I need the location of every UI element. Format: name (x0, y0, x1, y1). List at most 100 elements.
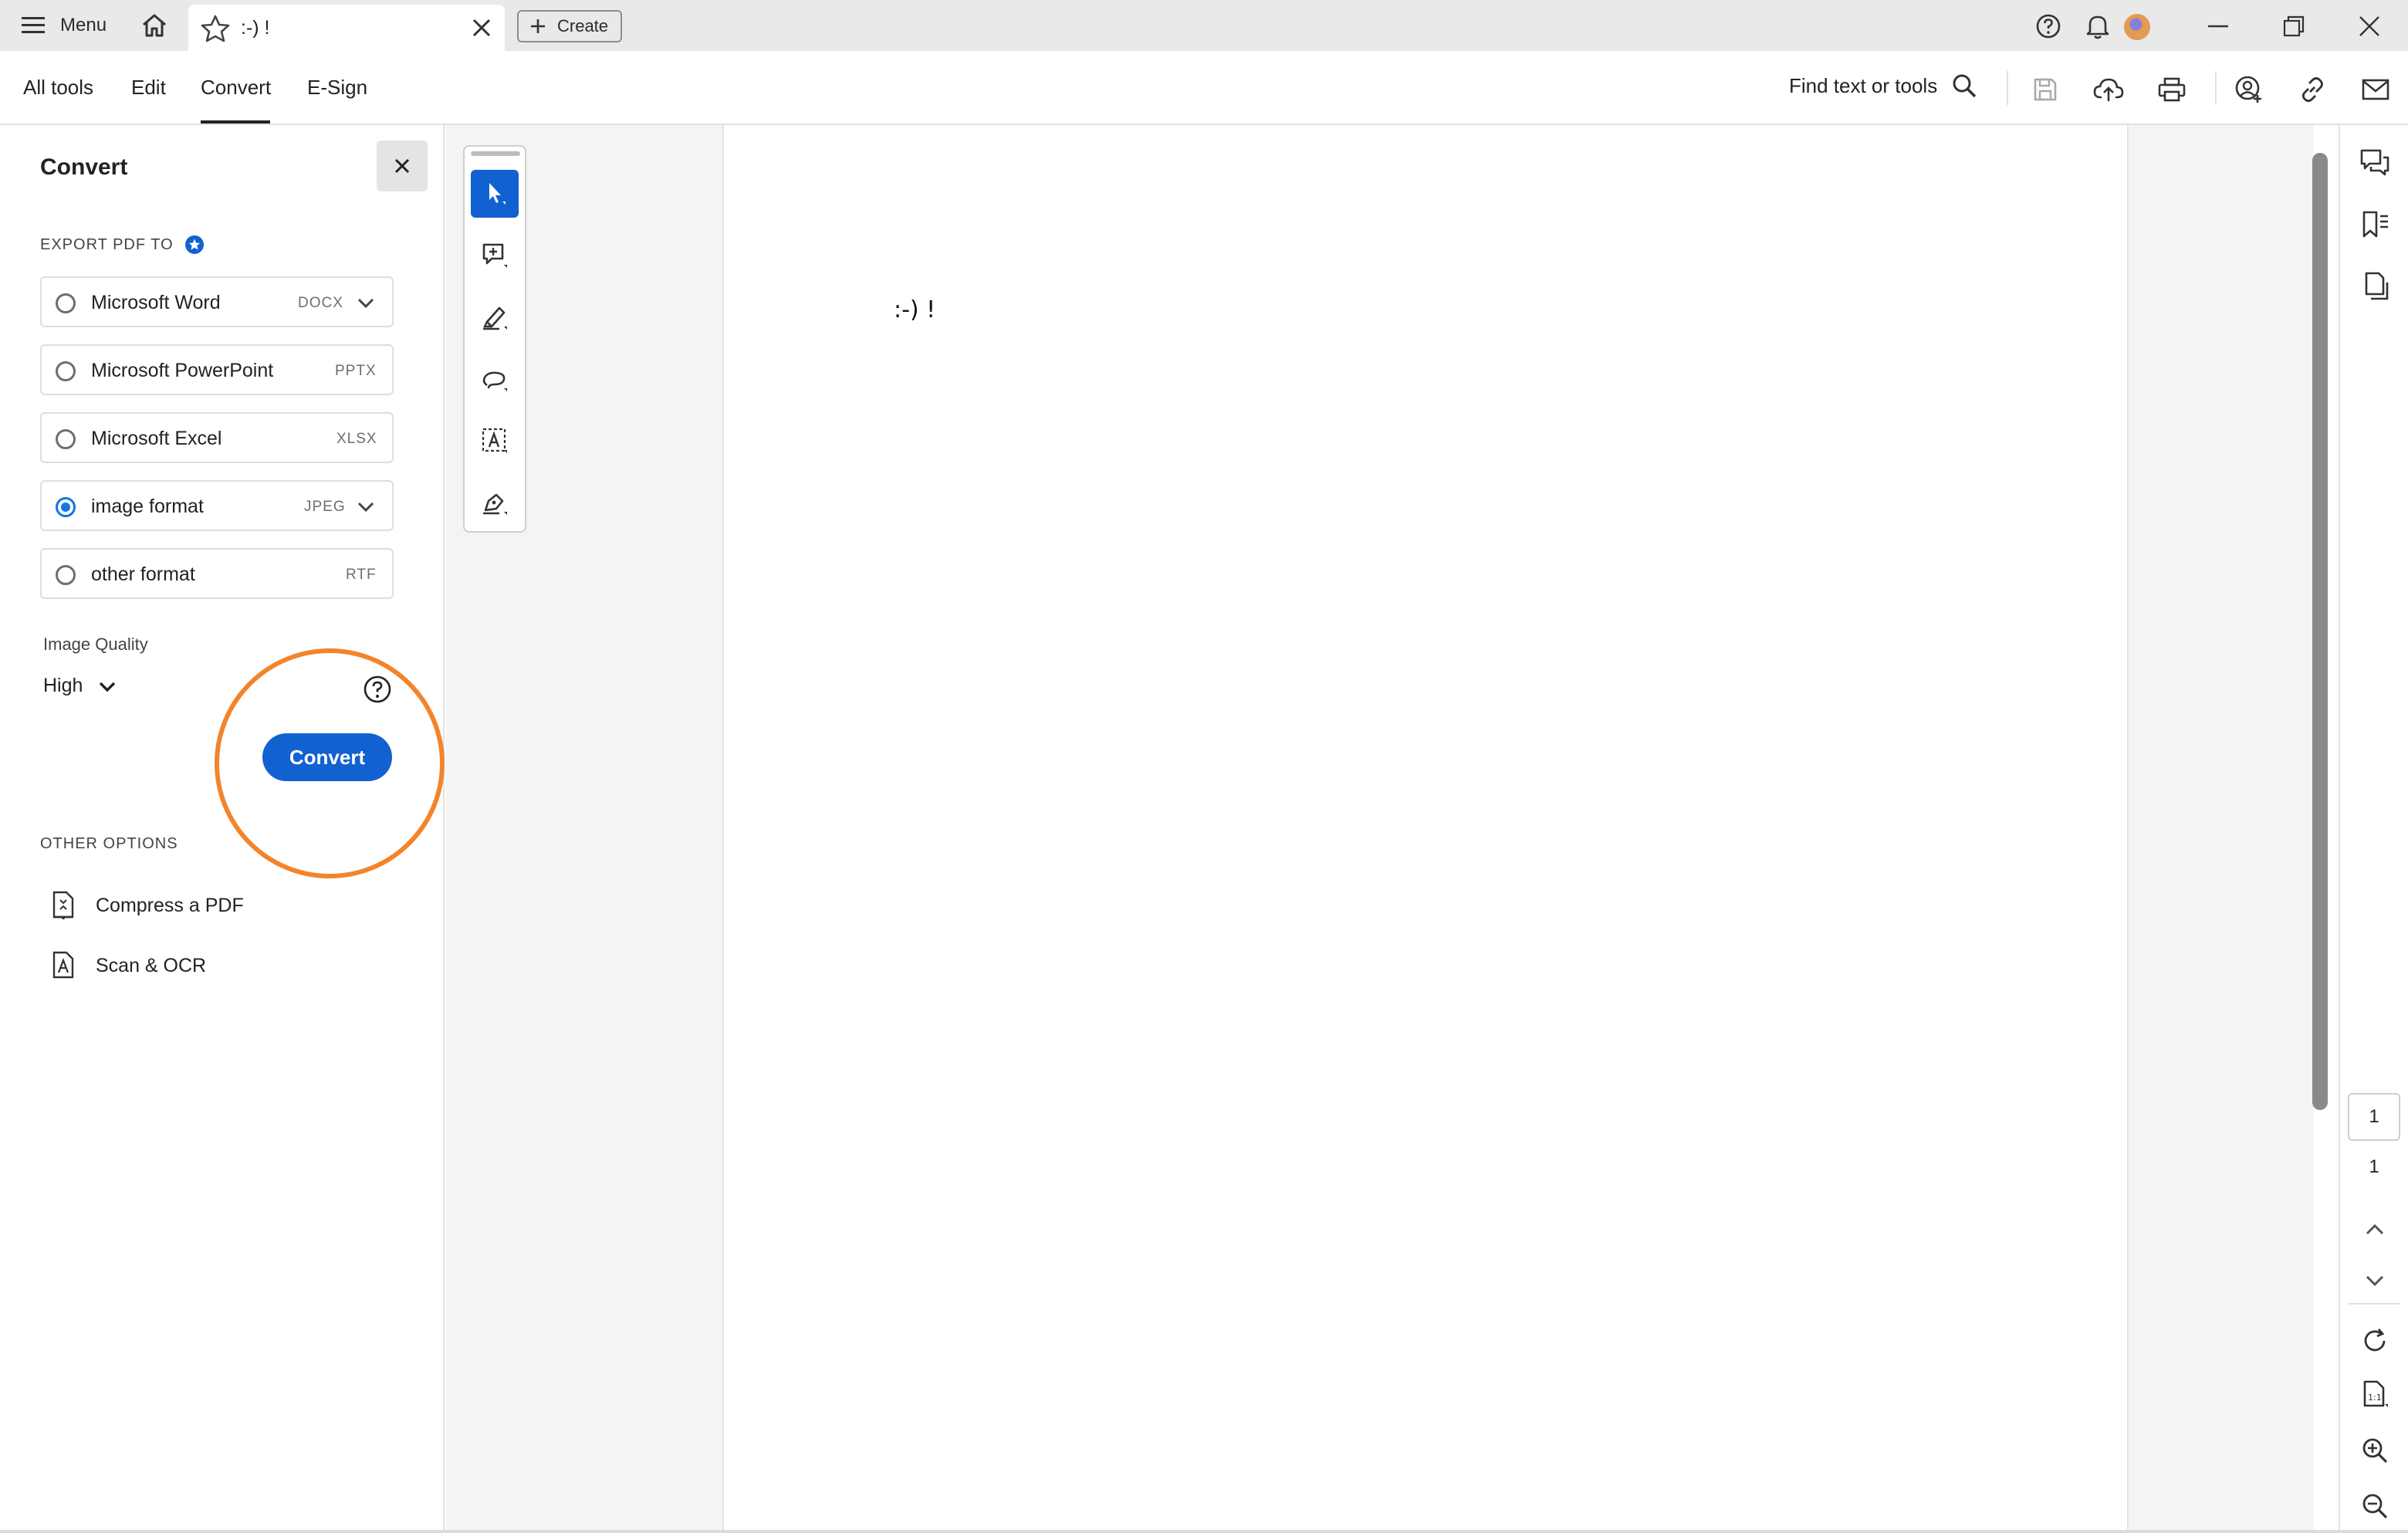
help-icon[interactable] (2033, 11, 2064, 42)
document-tab[interactable]: :-) ! (188, 5, 505, 51)
radio-other[interactable] (56, 565, 76, 585)
convert-button[interactable]: Convert (262, 733, 392, 781)
sign-button[interactable] (471, 479, 519, 526)
image-quality-dropdown[interactable]: High (43, 675, 117, 697)
export-option-excel[interactable]: Microsoft Excel XLSX (40, 412, 394, 463)
upload-cloud-icon[interactable] (2092, 73, 2126, 107)
highlight-pen-button[interactable] (471, 293, 519, 341)
active-tab-indicator (201, 120, 270, 124)
menu-label: Menu (60, 15, 107, 36)
page-thumbnails-icon[interactable] (2357, 269, 2393, 304)
drag-handle[interactable] (471, 151, 520, 156)
export-option-powerpoint[interactable]: Microsoft PowerPoint PPTX (40, 344, 394, 395)
premium-badge-icon (184, 235, 205, 255)
app-toolbar: All tools Edit Convert E-Sign Find text … (0, 51, 2408, 125)
total-pages: 1 (2369, 1156, 2379, 1177)
radio-powerpoint[interactable] (56, 361, 76, 381)
scan-ocr-option[interactable]: Scan & OCR (51, 951, 206, 980)
chevron-down-icon (98, 679, 117, 694)
export-heading: EXPORT PDF TO (40, 235, 205, 255)
option-name: other format (91, 563, 195, 585)
chevron-down-icon[interactable] (357, 499, 375, 514)
option-name: Microsoft Word (91, 292, 221, 313)
sign-icon (481, 489, 509, 516)
other-options-label: OTHER OPTIONS (40, 835, 178, 852)
search-icon (1951, 73, 1977, 99)
other-options-heading: OTHER OPTIONS (40, 835, 178, 853)
vertical-scrollbar[interactable] (2312, 153, 2328, 1110)
plus-icon (529, 18, 546, 35)
home-button[interactable] (137, 11, 171, 40)
tab-all-tools[interactable]: All tools (23, 76, 93, 100)
close-icon (394, 157, 411, 174)
option-name: image format (91, 496, 204, 517)
freehand-draw-icon (481, 365, 509, 393)
zoom-out-icon[interactable] (2357, 1488, 2393, 1524)
option-extension: JPEG (304, 499, 346, 515)
close-panel-button[interactable] (377, 140, 428, 191)
email-icon[interactable] (2359, 73, 2393, 107)
minimize-window-icon[interactable] (2203, 11, 2234, 42)
share-user-icon[interactable] (2232, 73, 2266, 107)
export-option-image[interactable]: image format JPEG (40, 480, 394, 531)
fit-page-icon[interactable]: 1:1 (2357, 1377, 2393, 1413)
pdf-page[interactable]: :-) ! (722, 125, 2129, 1533)
close-window-icon[interactable] (2354, 11, 2385, 42)
title-bar: Menu :-) ! Create (0, 0, 2408, 51)
radio-word[interactable] (56, 293, 76, 313)
comments-panel-icon[interactable] (2357, 145, 2393, 181)
save-icon[interactable] (2028, 73, 2062, 107)
toolbar-divider (2215, 71, 2217, 105)
tab-e-sign[interactable]: E-Sign (307, 76, 367, 100)
image-quality-value: High (43, 675, 83, 696)
previous-page-chevron-up-icon[interactable] (2357, 1212, 2393, 1247)
option-extension: PPTX (335, 363, 377, 379)
zoom-in-icon[interactable] (2357, 1433, 2393, 1468)
next-page-chevron-down-icon[interactable] (2357, 1263, 2393, 1298)
menu-button[interactable]: Menu (22, 11, 107, 40)
notifications-bell-icon[interactable] (2082, 11, 2113, 42)
highlight-pen-icon (481, 303, 509, 331)
page-content-text: :-) ! (894, 296, 936, 323)
create-button[interactable]: Create (517, 10, 622, 42)
export-option-other[interactable]: other format RTF (40, 548, 394, 599)
export-option-word[interactable]: Microsoft Word DOCX (40, 276, 394, 327)
panel-title: Convert (40, 154, 128, 180)
svg-text:1:1: 1:1 (2368, 1393, 2382, 1403)
compress-pdf-label: Compress a PDF (96, 894, 244, 916)
tab-edit[interactable]: Edit (131, 76, 166, 100)
image-quality-label: Image Quality (43, 635, 148, 654)
freehand-draw-button[interactable] (471, 355, 519, 403)
chevron-down-icon[interactable] (357, 295, 375, 310)
option-extension: XLSX (337, 431, 377, 447)
option-name: Microsoft PowerPoint (91, 360, 274, 381)
option-extension: RTF (346, 567, 377, 583)
add-comment-button[interactable] (471, 232, 519, 279)
select-tool-icon (482, 180, 508, 208)
text-select-button[interactable] (471, 417, 519, 465)
scan-ocr-label: Scan & OCR (96, 954, 207, 976)
hamburger-icon (22, 15, 46, 36)
create-label: Create (557, 16, 609, 36)
rotate-refresh-icon[interactable] (2357, 1323, 2393, 1359)
toolbar-divider (2007, 71, 2008, 105)
print-icon[interactable] (2155, 73, 2189, 107)
current-page-input[interactable]: 1 (2348, 1093, 2400, 1141)
window-bottom-edge (0, 1530, 2408, 1533)
radio-image-selected[interactable] (56, 497, 76, 517)
tab-convert[interactable]: Convert (201, 76, 271, 100)
select-tool-button[interactable] (471, 170, 519, 218)
rail-divider (2348, 1303, 2400, 1305)
link-icon[interactable] (2295, 73, 2329, 107)
bookmarks-icon[interactable] (2357, 207, 2393, 242)
compress-pdf-icon (51, 891, 76, 920)
export-heading-label: EXPORT PDF TO (40, 235, 174, 253)
star-icon[interactable] (201, 15, 230, 42)
restore-window-icon[interactable] (2278, 11, 2309, 42)
find-text-or-tools-button[interactable]: Find text or tools (1789, 73, 1977, 99)
radio-excel[interactable] (56, 429, 76, 449)
option-name: Microsoft Excel (91, 428, 222, 449)
close-tab-icon[interactable] (471, 17, 492, 39)
compress-pdf-option[interactable]: Compress a PDF (51, 891, 244, 920)
user-avatar[interactable] (2124, 14, 2150, 40)
